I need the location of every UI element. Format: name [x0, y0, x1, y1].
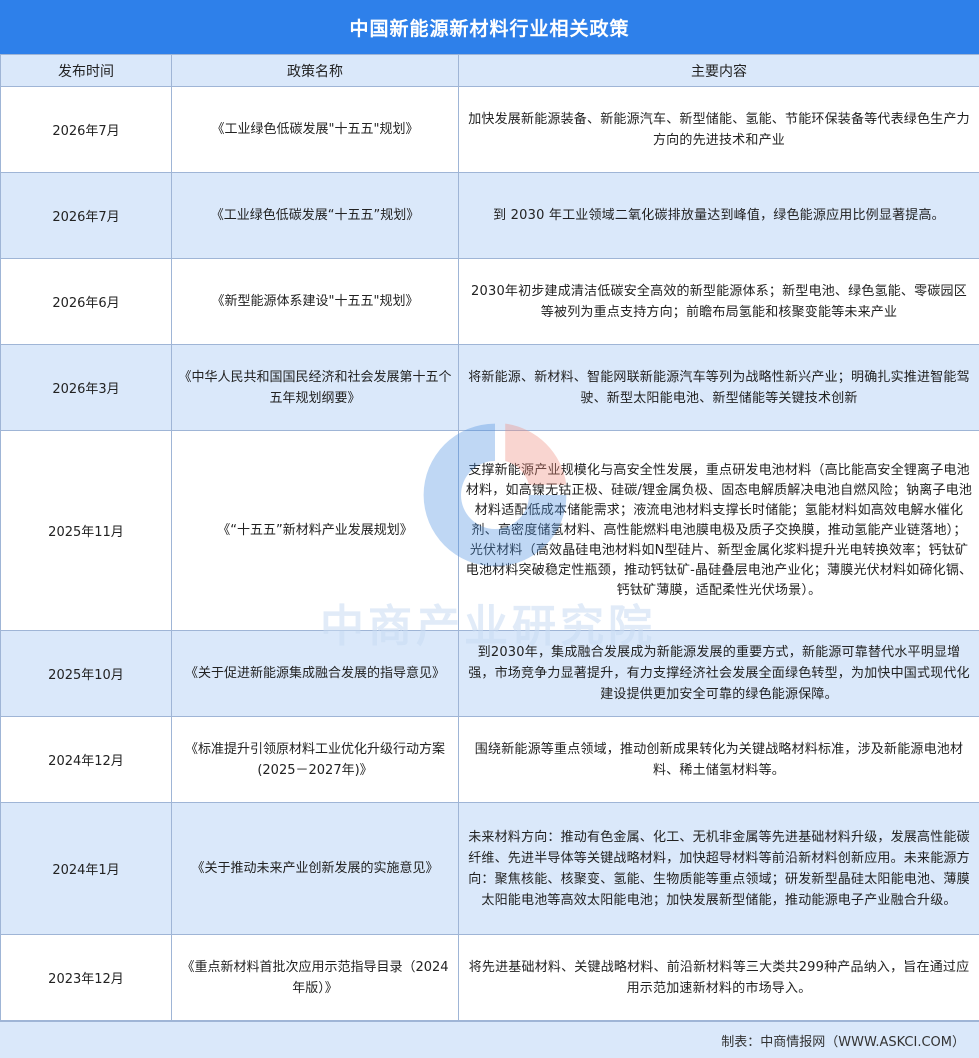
- row-date: 2026年3月: [0, 344, 172, 431]
- row-policy-name: 《中华人民共和国国民经济和社会发展第十五个五年规划纲要》: [171, 344, 459, 431]
- table-row: 2023年12月 《重点新材料首批次应用示范指导目录（2024 年版）》 将先进…: [0, 934, 979, 1021]
- table-row: 2026年6月 《新型能源体系建设"十五五"规划》 2030年初步建成清洁低碳安…: [0, 258, 979, 345]
- row-content: 支撑新能源产业规模化与高安全性发展，重点研发电池材料（高比能高安全锂离子电池材料…: [458, 430, 979, 631]
- table-row: 2025年11月 《“十五五”新材料产业发展规划》 支撑新能源产业规模化与高安全…: [0, 430, 979, 631]
- row-content: 到 2030 年工业领域二氧化碳排放量达到峰值，绿色能源应用比例显著提高。: [458, 172, 979, 259]
- footer-source-text: 制表：中商情报网（WWW.ASKCI.COM）: [721, 1034, 965, 1050]
- row-content: 加快发展新能源装备、新能源汽车、新型储能、氢能、节能环保装备等代表绿色生产力方向…: [458, 86, 979, 173]
- row-date: 2026年7月: [0, 172, 172, 259]
- row-content: 将新能源、新材料、智能网联新能源汽车等列为战略性新兴产业；明确扎实推进智能驾驶、…: [458, 344, 979, 431]
- row-content: 将先进基础材料、关键战略材料、前沿新材料等三大类共299种产品纳入，旨在通过应用…: [458, 934, 979, 1021]
- row-content: 围绕新能源等重点领域，推动创新成果转化为关键战略材料标准，涉及新能源电池材料、稀…: [458, 716, 979, 803]
- row-content: 2030年初步建成清洁低碳安全高效的新型能源体系；新型电池、绿色氢能、零碳园区等…: [458, 258, 979, 345]
- page: 中国新能源新材料行业相关政策 发布时间 政策名称 主要内容 2026年7月 《工…: [0, 0, 979, 1058]
- row-date: 2025年11月: [0, 430, 172, 631]
- header-name: 政策名称: [171, 54, 459, 87]
- policy-table: 发布时间 政策名称 主要内容 2026年7月 《工业绿色低碳发展"十五五"规划》…: [0, 54, 979, 1021]
- header-date: 发布时间: [0, 54, 172, 87]
- table-row: 2024年12月 《标准提升引领原材料工业优化升级行动方案(2025－2027年…: [0, 716, 979, 803]
- footer-source: 制表：中商情报网（WWW.ASKCI.COM）: [0, 1021, 979, 1058]
- table-row: 2026年7月 《工业绿色低碳发展“十五五”规划》 到 2030 年工业领域二氧…: [0, 172, 979, 259]
- table-title: 中国新能源新材料行业相关政策: [0, 0, 979, 54]
- row-policy-name: 《重点新材料首批次应用示范指导目录（2024 年版）》: [171, 934, 459, 1021]
- row-date: 2025年10月: [0, 630, 172, 717]
- table-row: 2026年3月 《中华人民共和国国民经济和社会发展第十五个五年规划纲要》 将新能…: [0, 344, 979, 431]
- table-row: 2025年10月 《关于促进新能源集成融合发展的指导意见》 到2030年，集成融…: [0, 630, 979, 717]
- row-policy-name: 《新型能源体系建设"十五五"规划》: [171, 258, 459, 345]
- row-date: 2024年12月: [0, 716, 172, 803]
- row-date: 2026年6月: [0, 258, 172, 345]
- row-policy-name: 《工业绿色低碳发展"十五五"规划》: [171, 86, 459, 173]
- table-row: 2026年7月 《工业绿色低碳发展"十五五"规划》 加快发展新能源装备、新能源汽…: [0, 86, 979, 173]
- table-row: 2024年1月 《关于推动未来产业创新发展的实施意见》 未来材料方向：推动有色金…: [0, 802, 979, 935]
- row-content: 未来材料方向：推动有色金属、化工、无机非金属等先进基础材料升级，发展高性能碳纤维…: [458, 802, 979, 935]
- row-policy-name: 《标准提升引领原材料工业优化升级行动方案(2025－2027年)》: [171, 716, 459, 803]
- header-content: 主要内容: [458, 54, 979, 87]
- row-policy-name: 《关于推动未来产业创新发展的实施意见》: [171, 802, 459, 935]
- row-date: 2023年12月: [0, 934, 172, 1021]
- row-policy-name: 《关于促进新能源集成融合发展的指导意见》: [171, 630, 459, 717]
- row-date: 2024年1月: [0, 802, 172, 935]
- row-date: 2026年7月: [0, 86, 172, 173]
- row-policy-name: 《工业绿色低碳发展“十五五”规划》: [171, 172, 459, 259]
- row-content: 到2030年，集成融合发展成为新能源发展的重要方式，新能源可靠替代水平明显增强，…: [458, 630, 979, 717]
- row-policy-name: 《“十五五”新材料产业发展规划》: [171, 430, 459, 631]
- table-header-row: 发布时间 政策名称 主要内容: [0, 54, 979, 87]
